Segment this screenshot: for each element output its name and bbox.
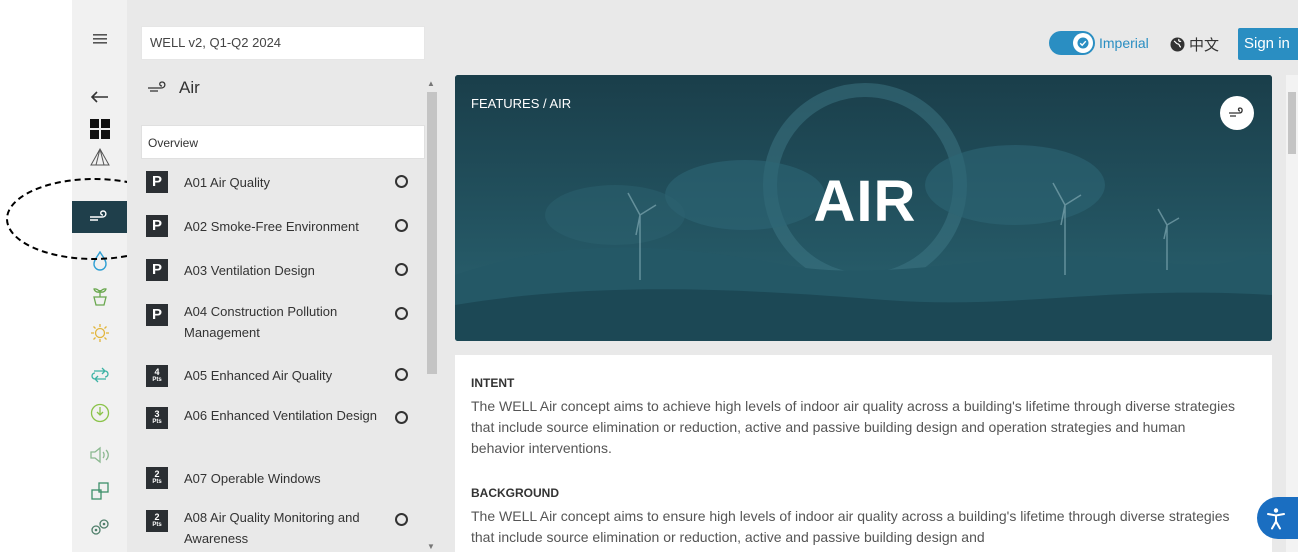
menu-icon[interactable] — [72, 24, 127, 54]
overview-link[interactable]: Overview — [141, 125, 425, 159]
precondition-badge: P — [146, 171, 168, 193]
intent-text: The WELL Air concept aims to achieve hig… — [471, 398, 1235, 456]
scroll-up-icon[interactable]: ▲ — [427, 79, 435, 88]
air-badge-icon — [1220, 96, 1254, 130]
units-toggle[interactable] — [1049, 31, 1095, 55]
points-badge: 2 Pts — [146, 510, 168, 532]
movement-arrows-icon[interactable] — [72, 360, 127, 390]
light-sun-icon[interactable] — [72, 318, 127, 348]
back-arrow-icon[interactable] — [72, 82, 127, 112]
feature-name: A03 Ventilation Design — [184, 263, 315, 278]
precondition-badge: P — [146, 304, 168, 326]
accessibility-button[interactable] — [1257, 497, 1298, 539]
page-title: AIR — [813, 169, 917, 234]
feature-name: A01 Air Quality — [184, 175, 270, 190]
globe-icon — [1170, 37, 1185, 52]
panel-title: Air — [179, 78, 200, 97]
status-circle-icon — [395, 411, 408, 424]
feature-name: A06 Enhanced Ventilation Design — [184, 408, 377, 423]
background-text: The WELL Air concept aims to ensure high… — [471, 508, 1230, 545]
sign-in-button[interactable]: Sign in — [1238, 28, 1298, 60]
status-circle-icon — [395, 219, 408, 232]
feature-item[interactable]: 2 Pts A07 Operable Windows — [141, 464, 425, 494]
water-drop-icon[interactable] — [72, 246, 127, 276]
points-badge: 2 Pts — [146, 467, 168, 489]
precondition-badge: P — [146, 259, 168, 281]
feature-item[interactable]: P A01 Air Quality — [141, 168, 425, 198]
concept-rail — [72, 0, 127, 552]
points-badge: 4 Pts — [146, 365, 168, 387]
community-gears-icon[interactable] — [72, 512, 127, 542]
scroll-down-icon[interactable]: ▼ — [427, 542, 435, 551]
language-label: 中文 — [1189, 36, 1220, 54]
feature-item[interactable]: 4 Pts A05 Enhanced Air Quality — [141, 362, 425, 392]
materials-blocks-icon[interactable] — [72, 476, 127, 506]
feature-item[interactable]: P A02 Smoke-Free Environment — [141, 212, 425, 242]
version-search-input[interactable]: WELL v2, Q1-Q2 2024 — [141, 26, 425, 60]
feature-name: A02 Smoke-Free Environment — [184, 219, 359, 234]
status-circle-icon — [395, 368, 408, 381]
panel-scroll-thumb[interactable] — [427, 92, 437, 374]
units-label[interactable]: Imperial — [1099, 35, 1149, 51]
feature-name: A04 Construction Pollution Management — [184, 304, 338, 340]
status-circle-icon — [395, 263, 408, 276]
dashboard-grid-icon[interactable] — [72, 114, 127, 144]
feature-name: A08 Air Quality Monitoring and Awareness — [184, 510, 360, 546]
nourishment-plant-icon[interactable] — [72, 281, 127, 311]
precondition-badge: P — [146, 215, 168, 237]
feature-item[interactable]: P A03 Ventilation Design — [141, 256, 425, 286]
background-heading: BACKGROUND — [471, 486, 559, 500]
status-circle-icon — [395, 307, 408, 320]
language-switch[interactable]: 中文 — [1170, 34, 1219, 55]
status-circle-icon — [395, 513, 408, 526]
feature-name: A05 Enhanced Air Quality — [184, 368, 333, 383]
concepts-triangle-icon[interactable] — [72, 142, 127, 172]
feature-item[interactable]: 2 Pts A08 Air Quality Monitoring and Awar… — [141, 505, 425, 552]
main-scroll-thumb[interactable] — [1288, 92, 1296, 154]
accessibility-icon — [1262, 504, 1290, 532]
feature-name: A07 Operable Windows — [184, 471, 321, 486]
feature-item[interactable]: 3 Pts A06 Enhanced Ventilation Design — [141, 402, 425, 450]
breadcrumb[interactable]: FEATURES / AIR — [471, 96, 571, 111]
sound-speaker-icon[interactable] — [72, 440, 127, 470]
check-icon — [1073, 33, 1093, 53]
status-circle-icon — [395, 175, 408, 188]
points-badge: 3 Pts — [146, 407, 168, 429]
feature-item[interactable]: P A04 Construction Pollution Management — [141, 299, 425, 347]
air-concept-icon[interactable] — [72, 201, 127, 233]
thermal-comfort-icon[interactable] — [72, 398, 127, 428]
air-icon — [148, 81, 166, 92]
intent-heading: INTENT — [471, 376, 515, 390]
panel-header: Air — [147, 78, 200, 98]
